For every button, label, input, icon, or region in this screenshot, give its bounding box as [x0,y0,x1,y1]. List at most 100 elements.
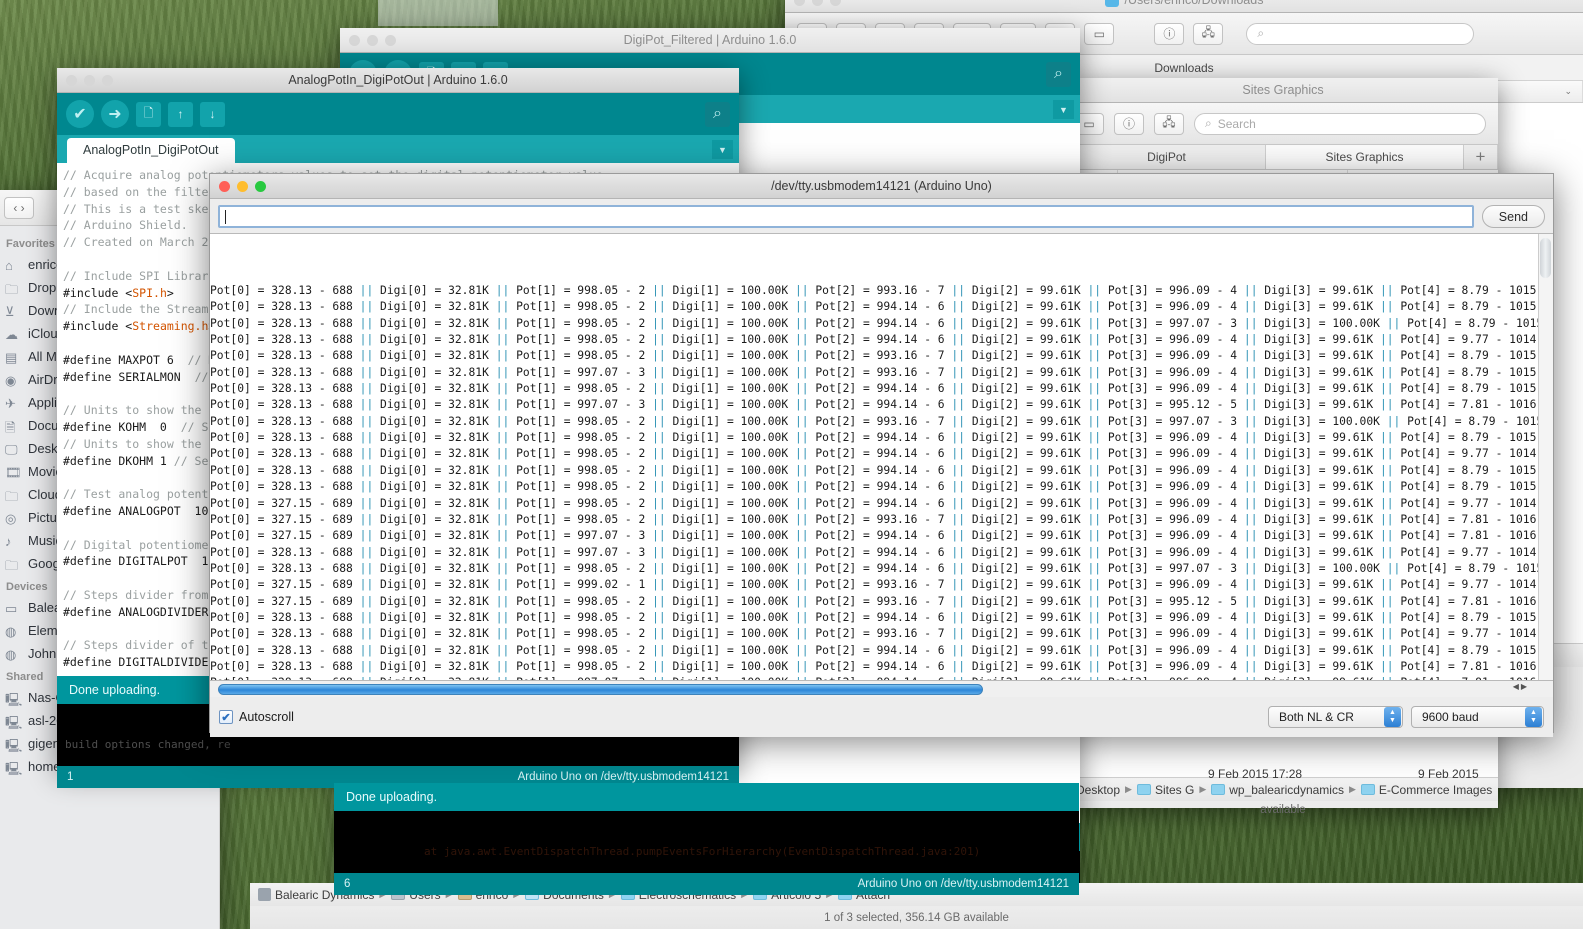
close-button[interactable] [794,0,805,6]
serial-field: Pot[1] = 998.05 - 2 [509,447,653,461]
chevron-down-icon[interactable]: ⌄ [1564,86,1572,97]
serial-separator: || [1243,349,1258,363]
airdrop-icon[interactable]: 🖧 [1154,112,1184,135]
scrollbar-thumb[interactable] [1540,238,1551,278]
serial-field: Pot[2] = 993.16 - 7 [808,578,952,592]
close-button[interactable] [349,34,360,46]
serial-field: Pot[1] = 997.07 - 3 [509,529,653,543]
serial-field: Pot[4] = 8.79 - 1015 [1393,349,1544,363]
serial-separator: || [359,284,374,298]
close-button[interactable] [66,74,77,86]
zoom-button[interactable] [385,34,396,46]
serial-output-area[interactable]: Pot[0] = 328.13 - 688 || Digi[0] = 32.81… [210,233,1553,681]
send-button[interactable]: Send [1481,205,1545,228]
ide-bottom-console[interactable]: at java.awt.EventDispatchThread.pumpEven… [334,811,1079,873]
breadcrumb-item[interactable]: wp_balearicdynamics [1211,783,1344,797]
window-controls[interactable] [785,0,841,6]
chevron-updown-icon[interactable]: ▲ ▼ [1525,707,1542,727]
save-down-arrow-icon[interactable]: ↓ [200,101,225,127]
serial-separator: || [1379,643,1394,657]
minimize-button[interactable] [237,180,248,192]
finder-downloads-search[interactable]: ⌕ [1246,22,1475,45]
line-ending-select[interactable]: Both NL & CR ▲ ▼ [1268,706,1403,728]
scroll-left-arrow-icon[interactable]: ◀ [1513,682,1519,691]
serial-separator: || [1087,398,1102,412]
window-controls[interactable] [340,34,396,46]
serial-separator: || [951,300,966,314]
scroll-arrows[interactable]: ◀ ▶ [1513,682,1527,691]
ide-back-titlebar[interactable]: DigiPot_Filtered | Arduino 1.6.0 [340,28,1080,53]
breadcrumb-item[interactable]: Desktop [1076,783,1120,797]
autoscroll-checkbox[interactable]: ✔ Autoscroll [219,710,294,724]
serial-separator: || [359,365,374,379]
tag-icon[interactable]: ▭ [1084,22,1115,45]
serial-monitor-titlebar[interactable]: /dev/tty.usbmodem14121 (Arduino Uno) [210,174,1553,199]
serial-field: Pot[4] = 9.77 - 1014 [1393,447,1544,461]
chevron-updown-icon[interactable]: ▲ ▼ [1384,707,1401,727]
minimize-button[interactable] [367,34,378,46]
ide-front-bottom-overlay: Done uploading. at java.awt.EventDispatc… [334,783,1079,895]
new-file-icon[interactable]: 🗋 [136,101,161,127]
tab-digipot[interactable]: DigiPot [1068,145,1266,169]
serial-output-horizontal-scrollbar[interactable]: ◀ ▶ [210,681,1553,697]
serial-field: Pot[2] = 994.14 - 6 [808,398,952,412]
info-icon[interactable]: ⓘ [1154,22,1185,45]
window-controls[interactable] [210,180,266,192]
serial-field: Digi[1] = 100.00K [665,463,795,477]
ide-front-toolbar[interactable]: ✔ ➜ 🗋 ↑ ↓ ⌕ [57,93,739,135]
airdrop-icon[interactable]: 🖧 [1193,22,1224,45]
chevron-down-icon[interactable]: ▼ [1053,100,1074,119]
serial-separator: || [359,610,374,624]
serial-field: Pot[0] = 328.13 - 688 [210,447,360,461]
serial-field: Pot[0] = 327.15 - 689 [210,594,360,608]
baud-rate-select[interactable]: 9600 baud ▲ ▼ [1411,706,1544,728]
serial-separator: || [652,529,666,543]
serial-monitor-window[interactable]: /dev/tty.usbmodem14121 (Arduino Uno) Sen… [209,173,1554,737]
open-up-arrow-icon[interactable]: ↑ [168,101,193,127]
ide-front-tabbar[interactable]: AnalogPotIn_DigiPotOut ▼ [57,135,739,163]
serial-monitor-magnifier-icon[interactable]: ⌕ [1046,61,1071,87]
serial-monitor-magnifier-icon[interactable]: ⌕ [705,101,730,127]
minimize-button[interactable] [84,74,95,86]
scrollbar-thumb[interactable] [218,683,983,695]
serial-separator: || [1243,545,1258,559]
window-controls[interactable] [57,74,113,86]
finder-graphics-search[interactable]: ⌕ Search [1194,112,1486,135]
tab-sites-graphics[interactable]: Sites Graphics [1266,145,1464,169]
scroll-right-arrow-icon[interactable]: ▶ [1521,682,1527,691]
serial-separator: || [495,610,510,624]
serial-field: Pot[4] = 7.81 - 1016 [1393,529,1544,543]
serial-field: Digi[1] = 100.00K [665,398,795,412]
verify-check-icon[interactable]: ✔ [66,100,94,128]
minimize-button[interactable] [812,0,823,6]
upload-arrow-icon[interactable]: ➜ [101,100,129,128]
serial-output-vertical-scrollbar[interactable] [1538,234,1553,680]
serial-separator: || [495,496,510,510]
serial-separator: || [495,365,510,379]
serial-monitor-footer[interactable]: ✔ Autoscroll Both NL & CR ▲ ▼ 9600 baud ▲… [210,697,1553,737]
serial-separator: || [495,480,510,494]
finder-graphics-tabbar[interactable]: DigiPot Sites Graphics + [1068,145,1498,170]
add-tab-button[interactable]: + [1464,145,1498,169]
close-button[interactable] [219,180,230,192]
ide-front-titlebar[interactable]: AnalogPotIn_DigiPotOut | Arduino 1.6.0 [57,68,739,93]
finder-graphics-titlebar[interactable]: Sites Graphics [1068,78,1498,103]
zoom-button[interactable] [830,0,841,6]
server-icon: 🖳 [5,691,23,707]
chevron-down-icon[interactable]: ▼ [712,140,733,159]
checkbox-check-icon[interactable]: ✔ [219,710,233,724]
breadcrumb-item[interactable]: Sites G [1136,783,1194,797]
info-icon[interactable]: ⓘ [1114,112,1144,135]
breadcrumb-item[interactable]: E-Commerce Images [1360,783,1492,797]
serial-monitor-input-row[interactable]: Send [210,199,1553,233]
serial-separator: || [794,578,809,592]
serial-send-input[interactable] [218,205,1474,228]
serial-field: Pot[4] = 9.77 - 1014 [1393,545,1544,559]
zoom-button[interactable] [255,180,266,192]
sketch-tab[interactable]: AnalogPotIn_DigiPotOut [67,138,235,163]
finder-graphics-toolbar[interactable]: ▭ ⓘ 🖧 ⌕ Search [1068,103,1498,145]
back-forward-icon[interactable]: ‹ › [4,196,34,219]
finder-downloads-titlebar[interactable]: /Users/enrico/Downloads [785,0,1583,13]
serial-field: Pot[0] = 328.13 - 688 [210,333,360,347]
zoom-button[interactable] [102,74,113,86]
